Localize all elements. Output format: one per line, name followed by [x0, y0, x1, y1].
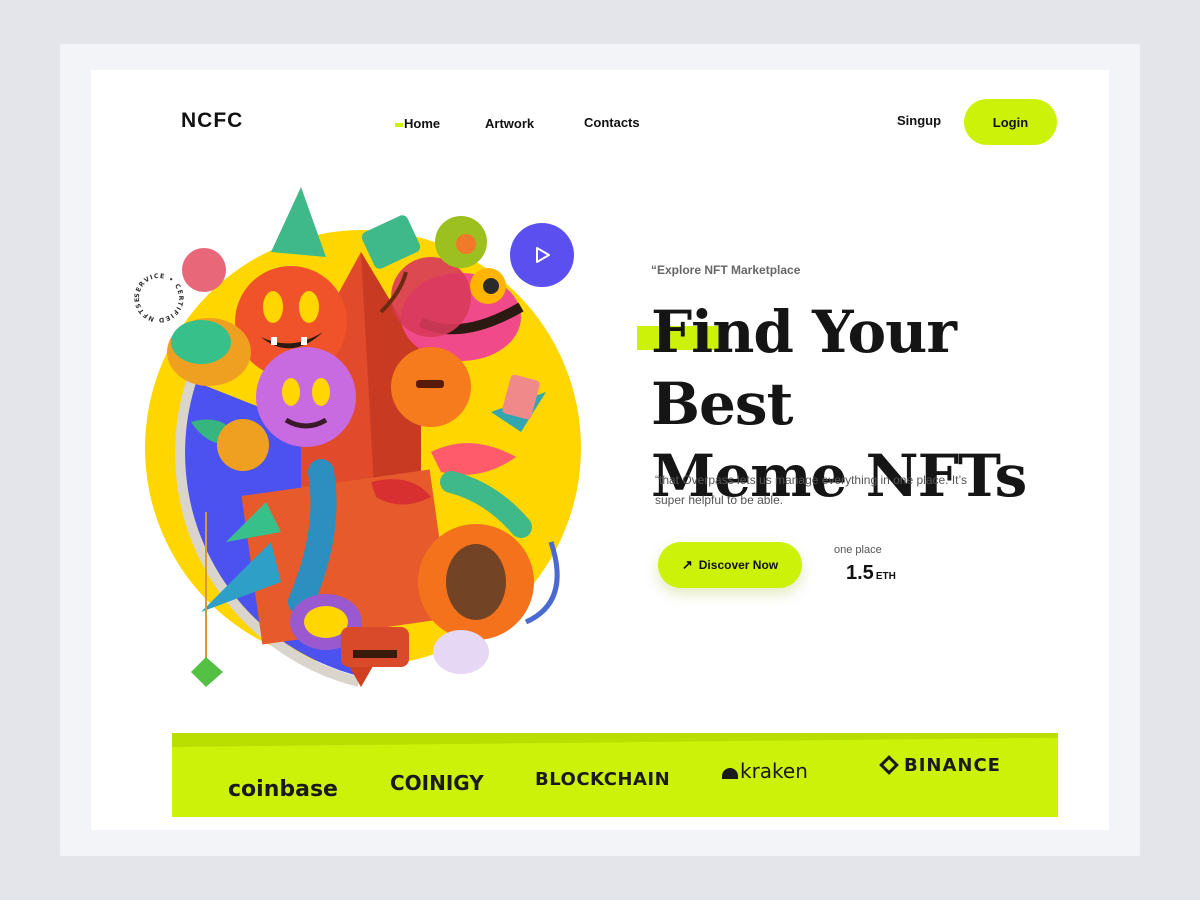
- nav-home-label: Home: [404, 116, 441, 131]
- brand-blockchain[interactable]: BLOCKCHAIN: [535, 769, 670, 790]
- play-icon: [536, 247, 550, 263]
- price-amount: 1.5: [846, 562, 874, 584]
- kraken-icon: [722, 768, 738, 779]
- certified-badge: SERVICE • CERTIFIED NFTSERS: [131, 270, 185, 324]
- login-button[interactable]: Login: [964, 99, 1057, 145]
- nav-artwork[interactable]: Artwork: [485, 116, 534, 131]
- hero-description: “that Overpass lets us manage everything…: [655, 473, 967, 507]
- landing-page: NCFC Home Artwork Contacts Singup Login: [91, 70, 1109, 830]
- discover-now-label: Discover Now: [698, 558, 779, 572]
- brand-coinigy[interactable]: COINIGY: [390, 771, 484, 795]
- price-label: one place: [834, 544, 882, 556]
- brand-binance[interactable]: BINANCE: [879, 755, 1001, 776]
- discover-now-button[interactable]: ↗ Discover Now: [658, 542, 802, 588]
- svg-text:SERVICE • CERTIFIED NFTSERS: SERVICE • CERTIFIED NFTSERS: [131, 270, 185, 324]
- band-stripe: [172, 733, 1058, 747]
- price-unit: ETH: [875, 571, 896, 582]
- brand-logo[interactable]: NCFC: [181, 109, 243, 133]
- binance-icon: [879, 755, 899, 775]
- brand-coinbase[interactable]: coinbase: [228, 777, 338, 802]
- brand-kraken[interactable]: kraken: [722, 759, 808, 783]
- brand-kraken-label: kraken: [740, 759, 808, 783]
- signup-link[interactable]: Singup: [897, 113, 941, 128]
- play-button[interactable]: [510, 223, 574, 287]
- partner-brands-band: coinbase COINIGY BLOCKCHAIN kraken BINAN…: [172, 733, 1058, 817]
- nav-home[interactable]: Home: [395, 116, 440, 131]
- badge-text: SERVICE • CERTIFIED NFTSERS: [131, 270, 184, 324]
- brand-binance-label: BINANCE: [904, 755, 1001, 776]
- nav-contacts[interactable]: Contacts: [584, 115, 640, 130]
- arrow-up-right-icon: ↗: [681, 557, 693, 572]
- price-value: 1.5 ETH: [846, 562, 896, 585]
- hero-title-line1: Find Your Best: [651, 298, 957, 438]
- active-indicator: [395, 122, 403, 127]
- hero-eyebrow: “Explore NFT Marketplace: [651, 263, 801, 277]
